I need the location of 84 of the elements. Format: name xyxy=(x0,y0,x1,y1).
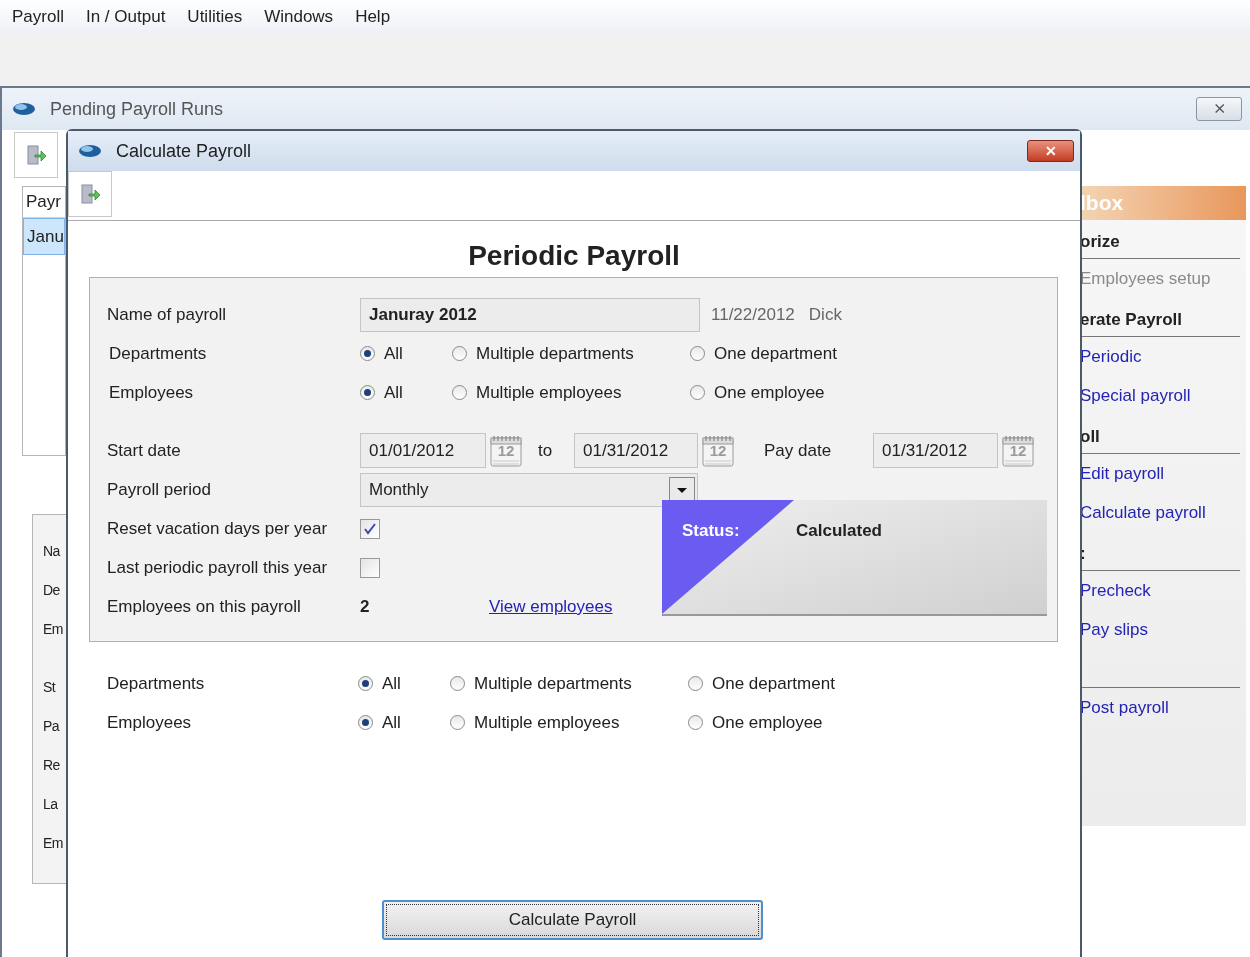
date-field[interactable]: 01/01/2012 xyxy=(360,433,486,468)
radio-label: Multiple employees xyxy=(476,381,622,404)
toolbox-item: Employees setup xyxy=(1080,267,1211,290)
radio-button[interactable] xyxy=(358,676,373,691)
radio-label: All xyxy=(382,672,401,695)
radio-button[interactable] xyxy=(452,385,467,400)
radio-button[interactable] xyxy=(360,346,375,361)
radio-button[interactable] xyxy=(450,715,465,730)
field-label: Name of payroll xyxy=(107,303,228,326)
field-label: Employees xyxy=(109,381,195,404)
field-label: Employees xyxy=(107,711,193,734)
exit-button[interactable] xyxy=(68,171,112,217)
toolbox-link[interactable]: Calculate payroll xyxy=(1080,499,1206,526)
close-button[interactable]: ✕ xyxy=(1027,140,1074,162)
field-label: Last periodic payroll this year xyxy=(107,556,329,579)
field-label: Em xyxy=(43,834,63,853)
radio-button[interactable] xyxy=(450,676,465,691)
date-field[interactable]: 01/31/2012 xyxy=(574,433,698,468)
exit-button[interactable] xyxy=(14,132,58,178)
radio-label: One department xyxy=(714,342,837,365)
list-row[interactable]: Janu xyxy=(23,218,65,255)
radio-button[interactable] xyxy=(690,385,705,400)
radio-label: All xyxy=(382,711,401,734)
date-field[interactable]: 01/31/2012 xyxy=(873,433,998,468)
field-label: St xyxy=(43,678,56,697)
radio-button[interactable] xyxy=(688,676,703,691)
radio-button[interactable] xyxy=(688,715,703,730)
view-employees-link[interactable]: View employees xyxy=(489,593,613,620)
user-name: Dick xyxy=(808,303,842,326)
radio-label: Multiple departments xyxy=(476,342,634,365)
field-label: Pay date xyxy=(764,439,833,462)
radio-button[interactable] xyxy=(360,385,375,400)
radio-button[interactable] xyxy=(452,346,467,361)
field-label: Reset vacation days per year xyxy=(107,517,329,540)
radio-label: One employee xyxy=(714,381,825,404)
close-button[interactable]: ⨯ xyxy=(1196,97,1242,121)
radio-label: One employee xyxy=(712,711,823,734)
field-label: Departments xyxy=(107,672,206,695)
toolbox-link[interactable]: Precheck xyxy=(1080,577,1151,604)
checkbox[interactable] xyxy=(360,518,380,539)
employee-count: 2 xyxy=(360,595,371,618)
field-label: Na xyxy=(43,542,60,561)
window-title: Pending Payroll Runs xyxy=(50,97,224,121)
period-dropdown[interactable]: Monthly xyxy=(360,472,698,507)
menu-item[interactable]: In / Output xyxy=(85,4,166,30)
door-exit-icon xyxy=(25,144,47,166)
radio-button[interactable] xyxy=(358,715,373,730)
status-value: Calculated xyxy=(796,520,882,542)
status-corner-icon xyxy=(662,500,794,614)
field-label: De xyxy=(43,581,60,600)
toolbox-heading: erate Payroll xyxy=(1080,308,1183,331)
dialog-heading: Periodic Payroll xyxy=(468,239,680,273)
toolbox-link[interactable]: Special payroll xyxy=(1080,382,1191,409)
app-logo-icon xyxy=(12,102,36,116)
app-logo-icon xyxy=(78,144,102,158)
field-label: Re xyxy=(43,756,60,775)
door-exit-icon xyxy=(79,183,101,205)
field-label: Employees on this payroll xyxy=(107,595,302,618)
field-label: Payroll period xyxy=(107,478,212,501)
checkbox[interactable] xyxy=(360,557,380,578)
menu-item[interactable]: Utilities xyxy=(187,4,243,30)
radio-label: One department xyxy=(712,672,835,695)
radio-label: All xyxy=(384,381,403,404)
radio-label: Multiple employees xyxy=(474,711,620,734)
calculate-payroll-button[interactable]: Calculate Payroll xyxy=(382,900,763,940)
radio-label: All xyxy=(384,342,403,365)
menu-item[interactable]: Payroll xyxy=(12,4,64,30)
field-label: La xyxy=(43,795,58,814)
radio-label: Multiple departments xyxy=(474,672,632,695)
created-date: 11/22/2012 xyxy=(711,303,795,326)
toolbox-heading: orize xyxy=(1080,230,1120,253)
toolbox-heading: oll xyxy=(1080,425,1100,448)
range-separator: to xyxy=(538,439,554,462)
field-label: Start date xyxy=(107,439,182,462)
toolbox-heading: : xyxy=(1080,542,1086,565)
dialog-title: Calculate Payroll xyxy=(116,139,252,163)
field-label: Em xyxy=(43,620,63,639)
name-field[interactable]: Januray 2012 xyxy=(360,297,700,332)
status-label: Status: xyxy=(682,520,741,542)
radio-button[interactable] xyxy=(690,346,705,361)
menu-item[interactable]: Windows xyxy=(264,4,334,30)
field-label: Departments xyxy=(109,342,208,365)
menu-item[interactable]: Help xyxy=(355,4,391,30)
field-label: Pa xyxy=(43,717,60,736)
